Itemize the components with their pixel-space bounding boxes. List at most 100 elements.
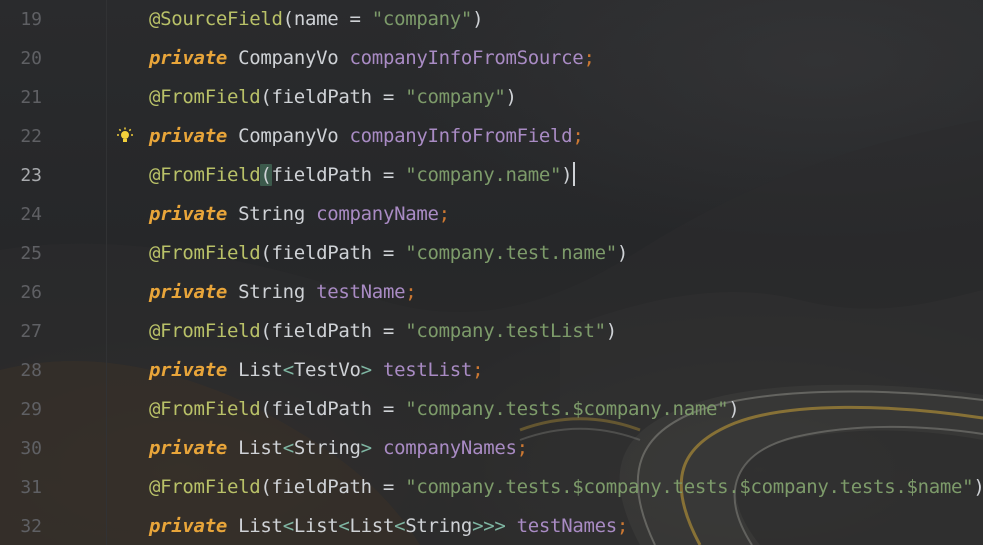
type-name: CompanyVo — [238, 47, 339, 69]
string-literal: "company.testList" — [405, 320, 606, 342]
string-literal: "company.test.name" — [405, 242, 617, 264]
line-number[interactable]: 22 — [0, 117, 42, 156]
paren-close-matched: ) — [561, 164, 573, 186]
paren-close: ) — [605, 320, 617, 342]
annotation: @FromField — [149, 476, 261, 498]
keyword-private: private — [149, 47, 227, 69]
semicolon: ; — [616, 515, 629, 537]
generic-close: > — [360, 359, 372, 381]
generic-open: < — [282, 437, 294, 459]
paren-close: ) — [728, 398, 740, 420]
equals: = — [371, 476, 406, 498]
line-number[interactable]: 21 — [0, 78, 42, 117]
code-text[interactable]: @FromField(fieldPath = "company.test.nam… — [149, 234, 628, 273]
code-text[interactable]: @SourceField(name = "company") — [149, 0, 484, 39]
line-number[interactable]: 25 — [0, 234, 42, 273]
annotation-param: fieldPath — [271, 86, 373, 108]
annotation: @FromField — [149, 242, 261, 264]
code-line[interactable]: 29 @FromField(fieldPath = "company.tests… — [0, 390, 983, 429]
code-text[interactable]: private CompanyVo companyInfoFromSource; — [149, 39, 595, 78]
field-name: companyInfoFromSource — [349, 47, 584, 69]
field-name: testName — [316, 281, 406, 303]
code-editor[interactable]: 19 @SourceField(name = "company") 20 pri… — [0, 0, 983, 545]
annotation-param: fieldPath — [271, 398, 373, 420]
code-line[interactable]: 22 private CompanyVo companyInfoFromFiel… — [0, 117, 983, 156]
type-name: List — [238, 359, 283, 381]
type-name: CompanyVo — [238, 125, 339, 147]
text-caret — [573, 162, 576, 186]
code-line[interactable]: 30 private List<String> companyNames; — [0, 429, 983, 468]
code-line[interactable]: 20 private CompanyVo companyInfoFromSour… — [0, 39, 983, 78]
line-number[interactable]: 27 — [0, 312, 42, 351]
generic-close: >>> — [472, 515, 506, 537]
semicolon: ; — [438, 203, 450, 225]
type-name: List — [238, 437, 283, 459]
code-line[interactable]: 28 private List<TestVo> testList; — [0, 351, 983, 390]
annotation-param: fieldPath — [271, 242, 373, 264]
code-text[interactable]: private List<List<List<String>>> testNam… — [149, 507, 628, 545]
generic-type: String — [293, 437, 361, 459]
paren-open: ( — [260, 398, 272, 420]
code-line[interactable]: 26 private String testName; — [0, 273, 983, 312]
line-number[interactable]: 23 — [0, 156, 42, 195]
line-number[interactable]: 31 — [0, 468, 42, 507]
code-line-current[interactable]: 23 @FromField(fieldPath = "company.name"… — [0, 156, 983, 195]
line-number[interactable]: 29 — [0, 390, 42, 429]
type-name: String — [238, 203, 305, 225]
line-number[interactable]: 28 — [0, 351, 42, 390]
line-number[interactable]: 19 — [0, 0, 42, 39]
line-number[interactable]: 26 — [0, 273, 42, 312]
annotation: @FromField — [149, 398, 261, 420]
annotation: @FromField — [149, 164, 261, 186]
annotation-param: fieldPath — [271, 476, 373, 498]
code-line[interactable]: 24 private String companyName; — [0, 195, 983, 234]
code-line[interactable]: 32 private List<List<List<String>>> test… — [0, 507, 983, 545]
code-line[interactable]: 19 @SourceField(name = "company") — [0, 0, 983, 39]
code-line[interactable]: 27 @FromField(fieldPath = "company.testL… — [0, 312, 983, 351]
code-line[interactable]: 31 @FromField(fieldPath = "company.tests… — [0, 468, 983, 507]
semicolon: ; — [472, 359, 484, 381]
keyword-private: private — [149, 281, 227, 303]
line-number[interactable]: 24 — [0, 195, 42, 234]
generic-type: List — [293, 515, 339, 537]
equals: = — [338, 8, 372, 30]
code-text[interactable]: @FromField(fieldPath = "company.tests.$c… — [149, 390, 740, 429]
line-number[interactable]: 20 — [0, 39, 42, 78]
type-name: List — [238, 515, 283, 537]
code-line[interactable]: 21 @FromField(fieldPath = "company") — [0, 78, 983, 117]
semicolon: ; — [583, 47, 595, 69]
code-text[interactable]: private String companyName; — [149, 195, 450, 234]
generic-type: String — [405, 515, 473, 537]
paren-close: ) — [505, 86, 517, 108]
code-text[interactable]: @FromField(fieldPath = "company.tests.$c… — [149, 468, 983, 507]
code-text[interactable]: private List<String> companyNames; — [149, 429, 528, 468]
field-name: companyInfoFromField — [349, 125, 573, 147]
generic-open: < — [282, 359, 294, 381]
string-literal: "company.tests.$company.name" — [405, 398, 729, 420]
code-text[interactable]: @FromField(fieldPath = "company.testList… — [149, 312, 617, 351]
field-name: companyName — [316, 203, 439, 225]
keyword-private: private — [149, 515, 227, 537]
annotation: @FromField — [149, 86, 261, 108]
code-text[interactable]: private CompanyVo companyInfoFromField; — [149, 117, 584, 156]
code-line[interactable]: 25 @FromField(fieldPath = "company.test.… — [0, 234, 983, 273]
code-text[interactable]: private List<TestVo> testList; — [149, 351, 484, 390]
keyword-private: private — [149, 203, 227, 225]
code-text[interactable]: @FromField(fieldPath = "company.name") — [149, 156, 576, 195]
generic-open: < — [338, 515, 350, 537]
field-name: testNames — [516, 515, 618, 537]
type-name: String — [238, 281, 305, 303]
code-text[interactable]: @FromField(fieldPath = "company") — [149, 78, 517, 117]
line-number[interactable]: 30 — [0, 429, 42, 468]
annotation: @FromField — [149, 320, 261, 342]
string-literal: "company.tests.$company.tests.$company.t… — [405, 476, 974, 498]
generic-type: List — [349, 515, 395, 537]
paren-open: ( — [260, 320, 272, 342]
equals: = — [371, 398, 406, 420]
equals: = — [371, 164, 406, 186]
lightbulb-icon[interactable] — [116, 127, 134, 145]
line-number[interactable]: 32 — [0, 507, 42, 545]
code-text[interactable]: private String testName; — [149, 273, 417, 312]
paren-open-matched: ( — [260, 164, 272, 186]
keyword-private: private — [149, 359, 227, 381]
